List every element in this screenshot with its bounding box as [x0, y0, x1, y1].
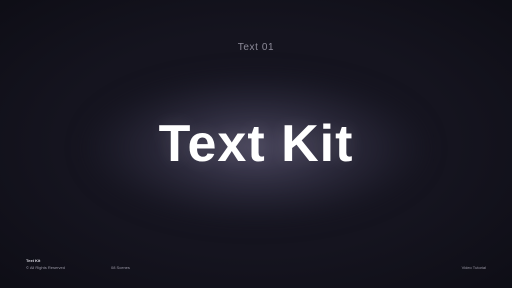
title-card: Text 01 Text Kit Text Kit © All Rights R…: [0, 0, 512, 288]
footer-rights: © All Rights Reserved: [26, 265, 65, 270]
footer-video-tutorial: Video Tutorial: [461, 265, 486, 270]
footer-scene-count: 08 Scenes: [111, 265, 130, 270]
footer-brand: Text Kit: [26, 258, 41, 263]
scene-subtitle: Text 01: [237, 42, 275, 53]
headline-title: Text Kit: [158, 115, 354, 173]
